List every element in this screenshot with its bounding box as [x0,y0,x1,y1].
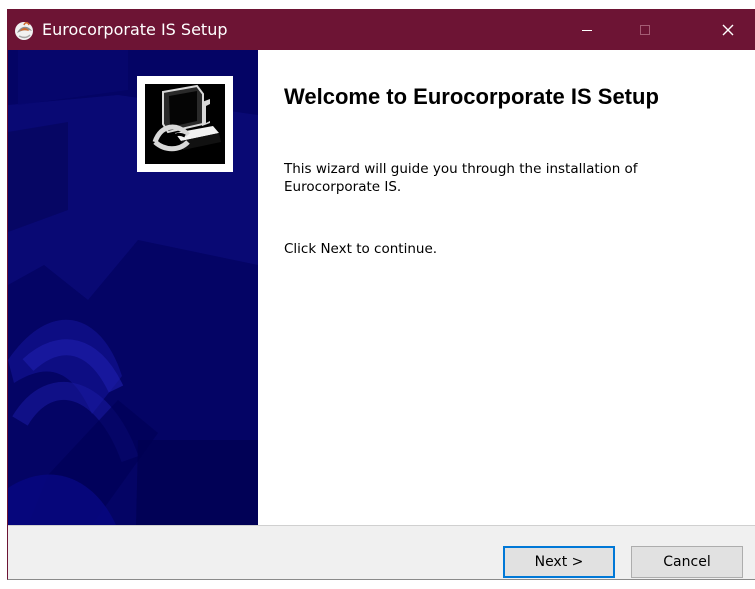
window-title: Eurocorporate IS Setup [42,20,228,39]
intro-text: This wizard will guide you through the i… [284,160,704,196]
intro-line-2: Eurocorporate IS. [284,179,402,195]
welcome-heading: Welcome to Eurocorporate IS Setup [284,84,659,109]
intro-line-1: This wizard will guide you through the i… [284,161,638,177]
computer-installer-icon [145,84,225,164]
welcome-content: Welcome to Eurocorporate IS Setup This w… [258,50,755,525]
next-button[interactable]: Next > [503,546,615,578]
cancel-button[interactable]: Cancel [631,546,743,578]
minimize-icon [579,22,595,38]
continue-instruction: Click Next to continue. [284,241,438,257]
installer-sidebar-artwork [8,50,258,525]
maximize-button[interactable] [622,9,668,50]
title-bar[interactable]: Eurocorporate IS Setup [8,9,755,50]
close-icon [720,22,736,38]
minimize-button[interactable] [564,9,610,50]
setup-window: Eurocorporate IS Setup Welcome to Euroco… [7,9,755,580]
wizard-footer: Next > Cancel [8,525,755,579]
installer-logo [137,76,233,172]
close-button[interactable] [705,9,751,50]
installer-globe-icon [13,20,35,42]
maximize-icon [637,22,653,38]
